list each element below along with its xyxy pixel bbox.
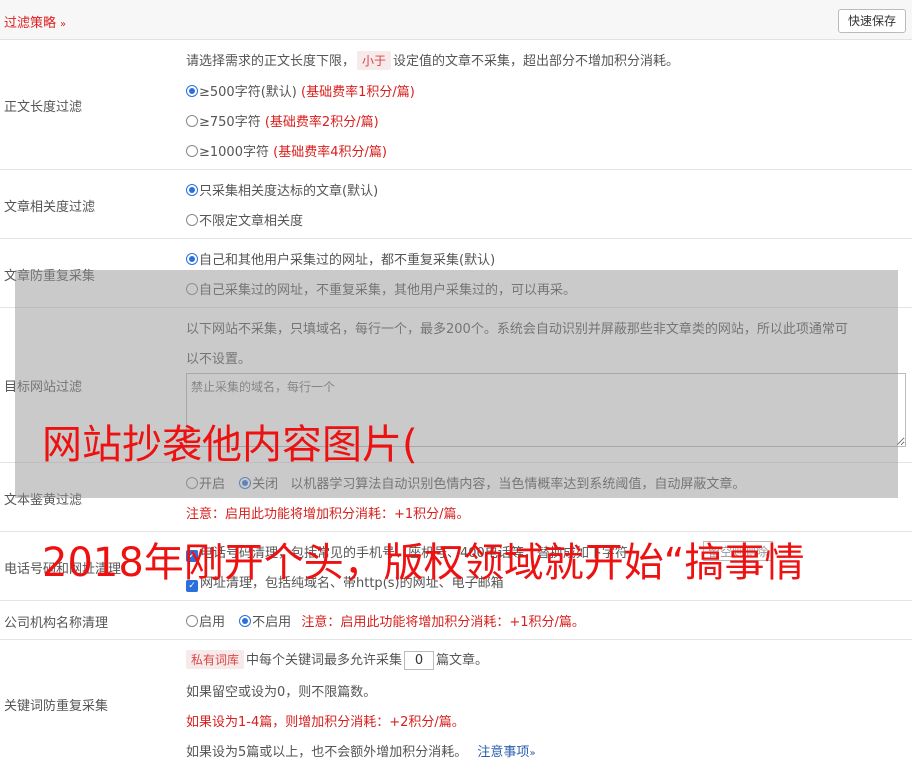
option-fee: (基础费率4积分/篇) <box>273 145 387 160</box>
radio-org-off[interactable] <box>239 615 252 627</box>
keyword-filter-row: 关键词防重复采集 私有词库 中每个关键词最多允许采集 0 篇文章。 如果留空或设为0，… <box>0 640 912 768</box>
org-filter-note: 注意：启用此功能将增加积分消耗：+1积分/篇。 <box>301 615 585 630</box>
org-filter-row: 公司机构名称清理 启用 不启用 注意：启用此功能将增加积分消耗：+1积分/篇。 <box>0 601 912 640</box>
option-text: ≥750字符 <box>199 115 261 130</box>
radio-relevance-any[interactable] <box>186 214 198 226</box>
notes-link[interactable]: 注意事项» <box>477 745 535 760</box>
keyword-tag: 小于 <box>357 51 392 70</box>
option-text: 启用 <box>199 615 226 630</box>
radio-500[interactable] <box>186 85 198 97</box>
radio-750[interactable] <box>186 115 198 127</box>
length-filter-label: 正文长度过滤 <box>4 100 83 115</box>
watermark-text-2: 2018年刚开个头，版权领域就开始“搞事情 <box>42 540 805 586</box>
watermark-text-1: 网站抄袭他内容图片( <box>42 422 418 468</box>
filter-strategy-header: 过滤策略» 快速保存 <box>0 0 912 40</box>
length-filter-desc: 请选择需求的正文长度下限， 小于 设定值的文章不采集，超出部分不增加积分消耗。 <box>186 50 679 70</box>
keyword-line4-text: 如果设为5篇或以上，也不会额外增加积分消耗。 <box>186 745 468 760</box>
duplicate-option-all[interactable]: 自己和其他用户采集过的网址，都不重复采集(默认) <box>186 249 495 268</box>
radio-duplicate-all[interactable] <box>186 253 198 265</box>
keyword-line1-pre: 中每个关键词最多允许采集 <box>246 653 403 668</box>
length-desc-post: 设定值的文章不采集，超出部分不增加积分消耗。 <box>393 54 680 69</box>
org-filter-options: 启用 不启用 注意：启用此功能将增加积分消耗：+1积分/篇。 <box>186 611 585 630</box>
relevance-filter-label: 文章相关度过滤 <box>4 200 96 215</box>
option-text: 自己和其他用户采集过的网址，都不重复采集(默认) <box>199 253 496 268</box>
option-text: 不限定文章相关度 <box>199 214 304 229</box>
length-filter-row: 正文长度过滤 请选择需求的正文长度下限， 小于 设定值的文章不采集，超出部分不增加积… <box>0 40 912 170</box>
chevron-down-icon: » <box>60 19 67 30</box>
chevron-down-icon: » <box>529 748 536 759</box>
option-fee: (基础费率1积分/篇) <box>301 85 415 100</box>
option-fee: (基础费率2积分/篇) <box>264 115 379 130</box>
section-title[interactable]: 过滤策略» <box>4 12 66 31</box>
radio-org-on[interactable] <box>186 615 198 627</box>
section-title-text: 过滤策略 <box>4 16 57 31</box>
option-text: 只采集相关度达标的文章(默认) <box>199 184 379 199</box>
keyword-filter-line-2: 如果留空或设为0，则不限篇数。 <box>186 685 377 700</box>
max-articles-input[interactable]: 0 <box>404 651 435 670</box>
option-text: ≥500字符(默认) <box>199 85 297 100</box>
radio-relevance-only[interactable] <box>186 184 198 196</box>
keyword-filter-line-1: 私有词库 中每个关键词最多允许采集 0 篇文章。 <box>186 649 488 670</box>
radio-1000[interactable] <box>186 145 198 157</box>
relevance-option-any[interactable]: 不限定文章相关度 <box>186 210 303 229</box>
keyword-filter-line-3: 如果设为1-4篇，则增加积分消耗：+2积分/篇。 <box>186 715 465 730</box>
keyword-line1-post: 篇文章。 <box>436 653 489 668</box>
notes-link-text: 注意事项 <box>477 745 530 760</box>
option-text: ≥1000字符 <box>199 145 269 160</box>
option-text: 不启用 <box>252 615 292 630</box>
relevance-filter-row: 文章相关度过滤 只采集相关度达标的文章(默认) 不限定文章相关度 <box>0 170 912 239</box>
private-lexicon-tag[interactable]: 私有词库 <box>186 650 245 669</box>
length-option-1000[interactable]: ≥1000字符 (基础费率4积分/篇) <box>186 141 387 160</box>
org-filter-label: 公司机构名称清理 <box>4 616 109 631</box>
porn-filter-note: 注意：启用此功能将增加积分消耗：+1积分/篇。 <box>186 507 470 522</box>
keyword-filter-label: 关键词防重复采集 <box>4 699 109 714</box>
length-desc-pre: 请选择需求的正文长度下限， <box>186 54 356 69</box>
length-option-750[interactable]: ≥750字符 (基础费率2积分/篇) <box>186 111 379 130</box>
keyword-filter-line-4: 如果设为5篇或以上，也不会额外增加积分消耗。 注意事项» <box>186 741 536 760</box>
length-option-500[interactable]: ≥500字符(默认) (基础费率1积分/篇) <box>186 81 415 100</box>
relevance-option-only[interactable]: 只采集相关度达标的文章(默认) <box>186 180 378 199</box>
quick-save-button[interactable]: 快速保存 <box>837 9 906 33</box>
